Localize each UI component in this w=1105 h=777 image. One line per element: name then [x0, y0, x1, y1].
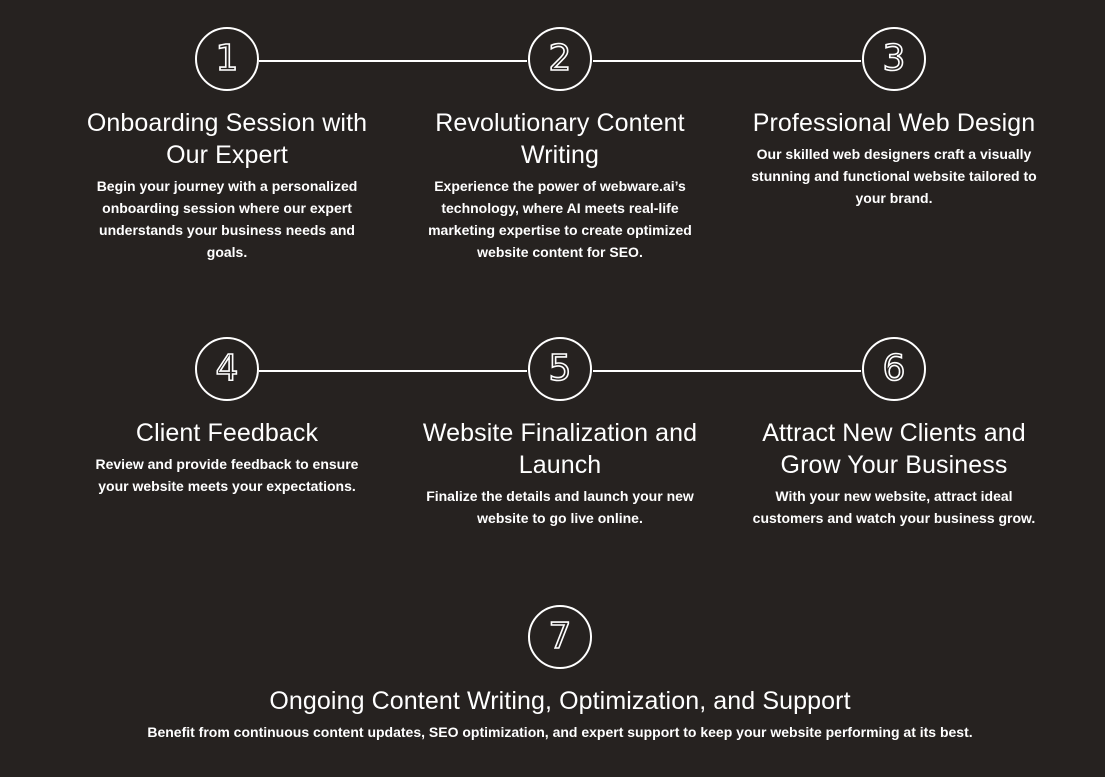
process-steps-section: 1 Onboarding Session with Our Expert Beg…: [0, 0, 1105, 777]
step-number-badge: 5: [528, 337, 592, 401]
step-3: 3 Professional Web Design Our skilled we…: [734, 27, 1054, 209]
step-description: Finalize the details and launch your new…: [426, 488, 694, 526]
step-number-badge: 4: [195, 337, 259, 401]
step-number-badge: 2: [528, 27, 592, 91]
step-number-badge: 7: [528, 605, 592, 669]
step-number-badge: 6: [862, 337, 926, 401]
step-description: Review and provide feedback to ensure yo…: [95, 456, 359, 494]
step-number: 3: [882, 38, 906, 79]
step-title: Website Finalization and Launch: [422, 419, 698, 479]
step-description: Our skilled web designers craft a visual…: [751, 146, 1037, 206]
step-number: 5: [548, 348, 572, 389]
step-title: Ongoing Content Writing, Optimization, a…: [269, 687, 851, 715]
step-description: With your new website, attract ideal cus…: [752, 488, 1036, 526]
step-description: Experience the power of webware.ai’s tec…: [428, 178, 692, 260]
step-5: 5 Website Finalization and Launch Finali…: [400, 337, 720, 529]
step-number: 6: [882, 348, 906, 389]
step-1: 1 Onboarding Session with Our Expert Beg…: [67, 27, 387, 263]
step-number: 2: [548, 38, 572, 79]
step-number: 1: [215, 38, 239, 79]
step-number: 7: [548, 616, 572, 657]
step-number-badge: 3: [862, 27, 926, 91]
step-title: Attract New Clients and Grow Your Busine…: [762, 419, 1026, 479]
step-number-badge: 1: [195, 27, 259, 91]
step-2: 2 Revolutionary Content Writing Experien…: [400, 27, 720, 263]
step-description: Begin your journey with a personalized o…: [96, 178, 358, 260]
step-number: 4: [215, 348, 239, 389]
step-7: 7 Ongoing Content Writing, Optimization,…: [60, 605, 1060, 743]
step-title: Professional Web Design: [752, 109, 1036, 137]
step-title: Onboarding Session with Our Expert: [86, 109, 368, 169]
step-4: 4 Client Feedback Review and provide fee…: [67, 337, 387, 497]
step-title: Client Feedback: [135, 419, 319, 447]
step-description: Benefit from continuous content updates,…: [147, 724, 973, 740]
step-6: 6 Attract New Clients and Grow Your Busi…: [734, 337, 1054, 529]
step-title: Revolutionary Content Writing: [435, 109, 685, 169]
